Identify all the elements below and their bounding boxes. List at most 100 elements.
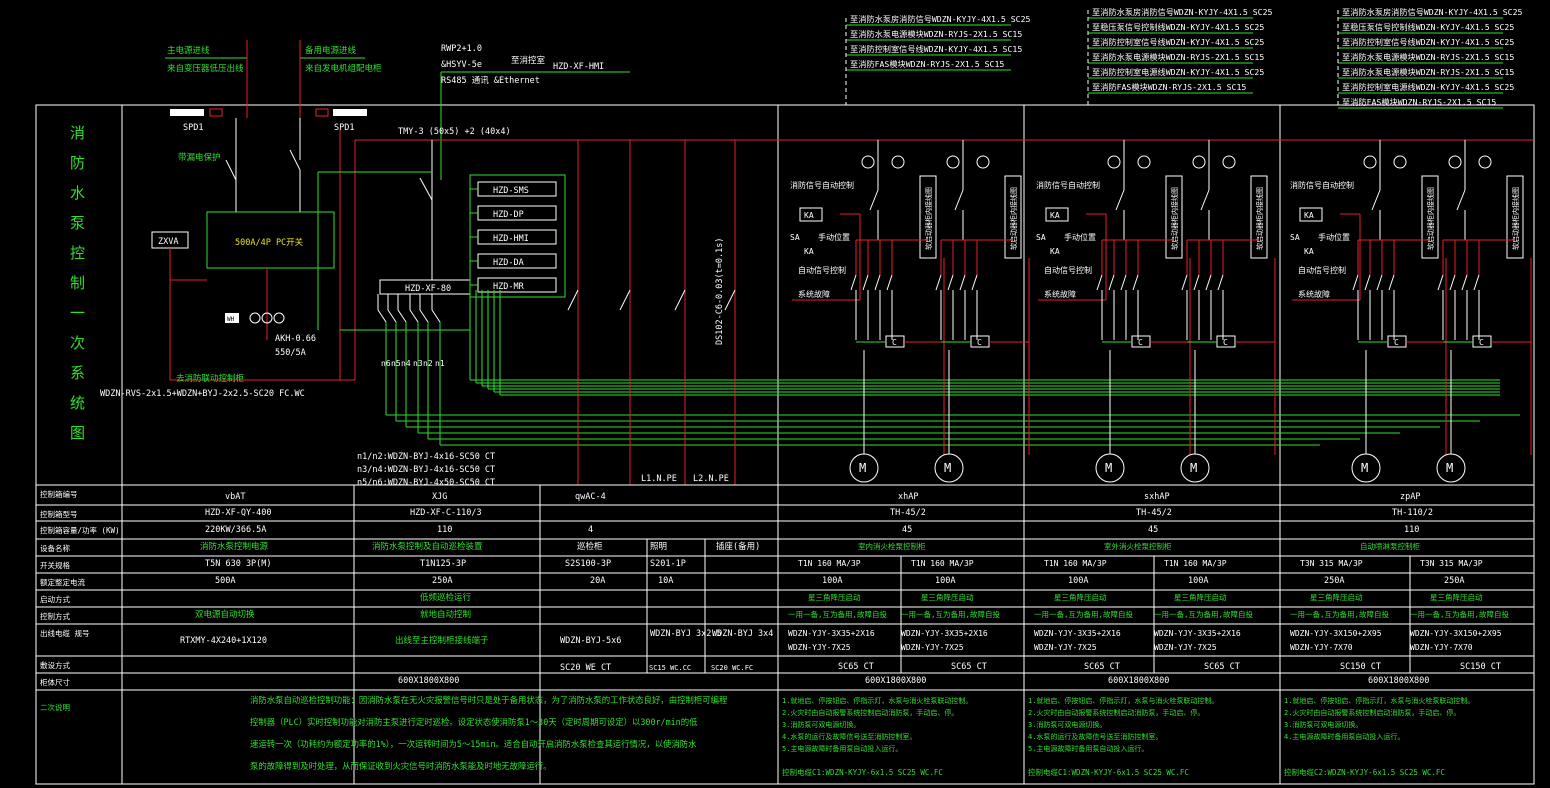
note-main-line: 消防水泵自动巡检控制功能：因消防水泵在无火灾报警信号时只是处于备用状态，为了消防…: [250, 695, 728, 705]
ka-label: KA: [1304, 247, 1314, 256]
sxhap-ctrl: 一用一备,互为备用,故障自投: [1154, 609, 1254, 619]
zpap-lay: SC150 CT: [1340, 662, 1381, 672]
title-char: 制: [70, 274, 85, 292]
contactor-label: C: [892, 338, 897, 347]
pump-control-cable: 控制电缆C1:WDZN-KYJY-6x1.5 SC25 WC.FC: [1028, 767, 1189, 777]
source-main-line2: 来自变压器低压出线: [167, 63, 244, 74]
soft-starter-label: 软启动器柜内接线图: [924, 187, 933, 250]
size-2: 600X1800X800: [865, 676, 926, 686]
pump-section-2: 消防信号自动控制 KA SA 手动位置 KA 自动信号控制系统故障 软启动器柜内接线图 C M 软…: [1036, 140, 1276, 483]
pump-note-line: 3.消防泵可双电源切换。: [1284, 720, 1362, 729]
manual-label: 手动位置: [1064, 232, 1096, 242]
sa-label: SA: [1036, 233, 1046, 242]
title-char: 一: [70, 304, 85, 322]
fire-signal-label: 消防信号自动控制: [1036, 180, 1100, 190]
vbat-cap: 220KW/366.5A: [205, 525, 266, 535]
auto-label: 自动信号控制: [1298, 265, 1346, 275]
pump-section-3: 消防信号自动控制 KA SA 手动位置 KA 自动信号控制系统故障 软启动器柜内接线图 C M 软…: [1290, 140, 1532, 483]
soft-starter-label: 软启动器柜内接线图: [1426, 187, 1435, 250]
title-char: 统: [70, 394, 85, 412]
zpap-ctrl: 一用一备,互为备用,故障自投: [1410, 609, 1510, 619]
auto-label: 自动信号控制: [798, 265, 846, 275]
fault-label: 系统故障: [1044, 289, 1076, 299]
sxhap-cap: 45: [1148, 525, 1158, 535]
zxva-box: ZXVA: [158, 237, 178, 247]
note-main-line: 控制器（PLC）实时控制功能对消防主泵进行定时巡检。设定状态使消防泵1～30天（…: [250, 717, 698, 727]
ammeter-icon: [1222, 155, 1236, 169]
sxhap-dev: 室外消火栓泵控制柜: [1104, 541, 1172, 551]
row-label: 开关规格: [40, 560, 70, 570]
sxhap-cable: WDZN-YJY-7X25: [1034, 643, 1097, 652]
zpap-sw: T3N 315 MA/3P: [1420, 559, 1483, 568]
soft-starter-label: 软启动器柜内接线图: [1170, 187, 1179, 250]
akh-ct-2: 550/5A: [275, 348, 306, 358]
vbat-cable: RTXMY-4X240+1X120: [180, 636, 267, 646]
indicator-icon: [1448, 155, 1462, 169]
spd-left: SPD1: [170, 108, 223, 133]
n-label: n6: [381, 359, 391, 368]
motor-label: M: [944, 461, 951, 475]
auto-label: 自动信号控制: [1044, 265, 1092, 275]
zpap-cur: 250A: [1324, 576, 1344, 586]
zpap-model: TH-110/2: [1392, 508, 1433, 518]
qwac-sub2-name: 照明: [650, 542, 667, 552]
title-char: 消: [70, 124, 85, 142]
xhap-ctrl: 一用一备,互为备用,故障自投: [788, 609, 888, 619]
n-label: n2: [423, 359, 433, 368]
qwac-sub1-name: 巡检柜: [577, 541, 603, 552]
indicator-icon: [1192, 155, 1206, 169]
vbat-cur: 500A: [215, 576, 235, 586]
legend-line: 至消防水泵电源模块WDZN-RYJS-2X1.5 SC15: [850, 29, 1022, 39]
zpap-cable: WDZN-YJY-3X150+2X95: [1290, 629, 1382, 638]
akh-ct-1: AKH-0.66: [275, 334, 316, 344]
n-label: n3: [413, 359, 423, 368]
manual-label: 手动位置: [1318, 232, 1350, 242]
title-char: 泵: [70, 214, 85, 232]
comm-dest: 至消控室: [511, 55, 546, 66]
pump-note-line: 4.水泵的运行及故障信号送至消防控制室。: [782, 732, 916, 741]
xhap-dev: 室内消火栓泵控制柜: [858, 541, 926, 551]
contactor-label: C: [1394, 338, 1399, 347]
size-1: 600X1800X800: [398, 676, 459, 686]
contactor-label: C: [1223, 338, 1228, 347]
legend-line: 至消防FAS模块WDZN-RYJS-2X1.5 SC15: [1092, 82, 1246, 92]
title-char: 防: [70, 154, 85, 172]
title-char: 水: [70, 184, 85, 202]
zpap-cable: WDZN-YJY-7X70: [1290, 643, 1353, 652]
note-main-line: 泵的故障得到及时处理，从而保证收到火灾信号时消防水泵能及时地无故障运行。: [250, 761, 552, 771]
dsd-label: DS102-C6-0.03(t=0.1s): [715, 238, 725, 345]
secondary-notes: 消防水泵自动巡检控制功能：因消防水泵在无火灾报警信号时只是处于备用状态，为了消防…: [250, 695, 1474, 777]
pump-sections: 消防信号自动控制 KA SA 手动位置 KA 自动信号控制系统故障 软启动器柜内接线图 C M 软…: [790, 140, 1532, 483]
source-backup-line1: 备用电源进线: [305, 45, 357, 56]
xhap-ctrl: 一用一备,互为备用,故障自投: [901, 609, 1001, 619]
xhap-id: xhAP: [898, 492, 918, 502]
pump-note-line: 3.消防泵可双电源切换。: [782, 720, 860, 729]
title-char: 控: [70, 244, 85, 262]
qwac-sub2-cur: 10A: [658, 576, 673, 586]
size-4: 600X1800X800: [1368, 676, 1429, 686]
sxhap-sw: T1N 160 MA/3P: [1044, 559, 1107, 568]
controller-box: HZD-XF-80: [405, 284, 451, 294]
pump-section-1: 消防信号自动控制 KA SA 手动位置 KA 自动信号控制系统故障 软启动器柜内接线图 C M 软…: [790, 140, 1030, 483]
fire-signal-label: 消防信号自动控制: [790, 180, 854, 190]
xjg-cap: 110: [437, 525, 452, 535]
n-label: n4: [401, 359, 411, 368]
sa-label: SA: [790, 233, 800, 242]
indicator-icon: [861, 155, 875, 169]
indicator-icon: [1107, 155, 1121, 169]
legend-line: 至消防控制室信号线WDZN-KYJY-4X1.5 SC25: [1342, 37, 1514, 47]
sxhap-ctrl: 一用一备,互为备用,故障自投: [1034, 609, 1134, 619]
ka-label: KA: [1050, 247, 1060, 256]
xjg-dev: 消防水泵控制及自动巡检装置: [372, 541, 483, 552]
signal-legend-3: 至消防水泵房消防信号WDZN-KYJY-4X1.5 SC25 至稳压泵信号控制线W…: [1338, 7, 1523, 109]
zpap-sw: T3N 315 MA/3P: [1300, 559, 1363, 568]
legend-line: 至稳压泵信号控制线WDZN-KYJY-4X1.5 SC25: [1342, 22, 1514, 32]
ka-label: KA: [1050, 211, 1060, 220]
pump-note-line: 1.就地启、停按钮启、停指示灯，水泵与消火栓泵联动控制。: [1284, 696, 1474, 705]
sxhap-start: 星三角降压启动: [1174, 592, 1227, 602]
xhap-cur: 100A: [822, 576, 842, 586]
qwac-sub1-sw: S2S100-3P: [565, 559, 611, 569]
contactor-label: C: [977, 338, 982, 347]
svg-text:SPD1: SPD1: [334, 123, 354, 133]
indicator-icon: [946, 155, 960, 169]
